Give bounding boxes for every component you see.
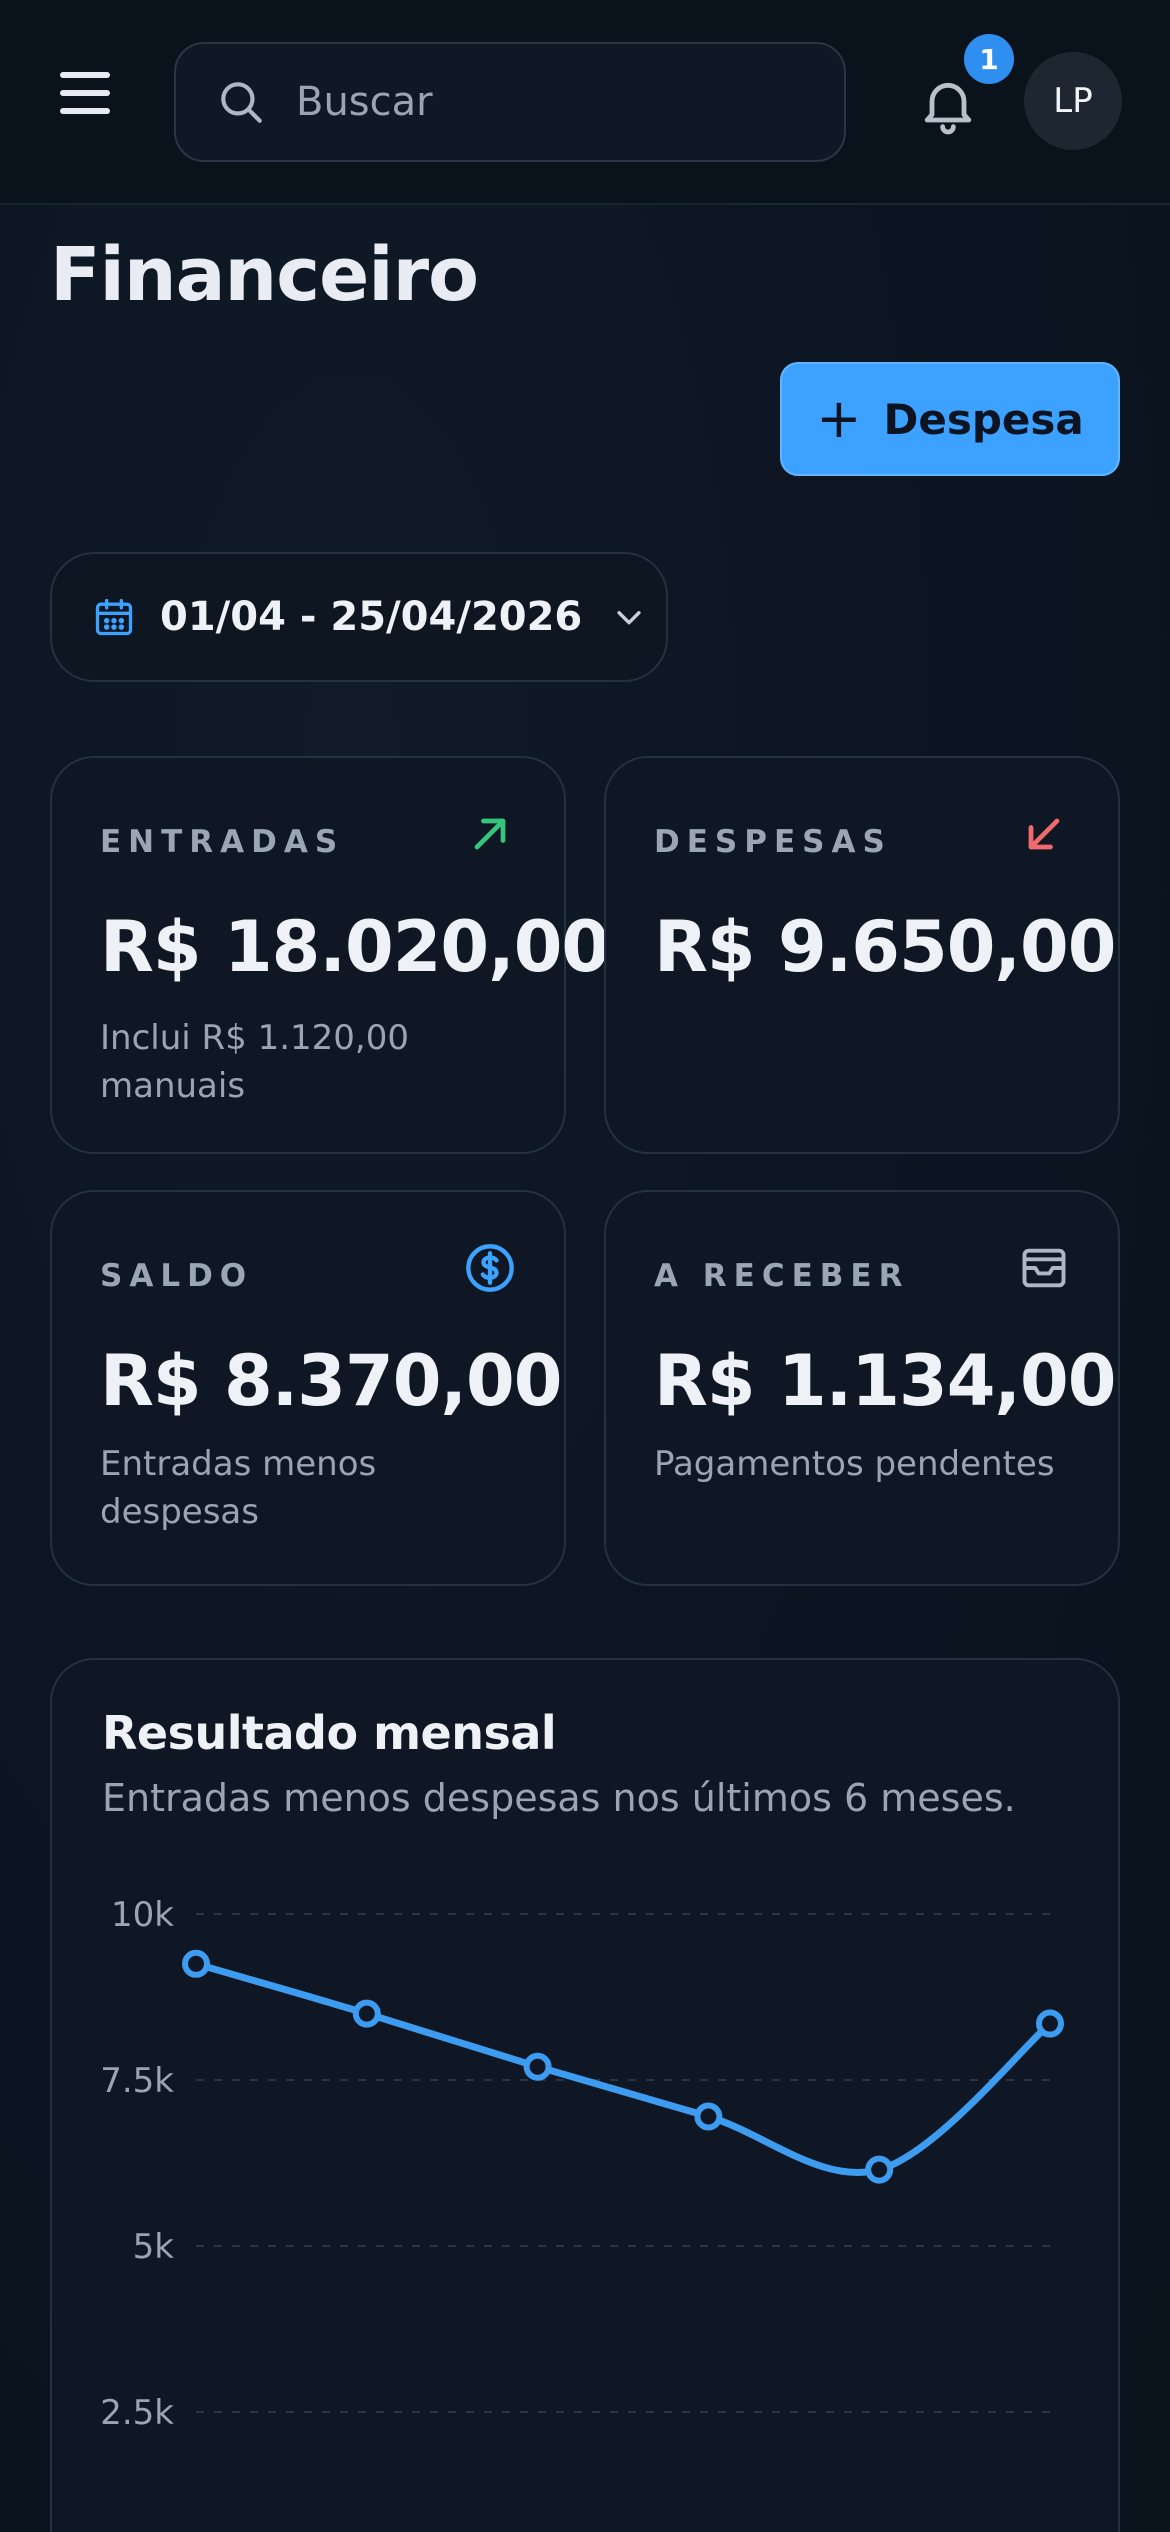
monthly-result-chart-card: Resultado mensal Entradas menos despesas…	[50, 1658, 1120, 2532]
top-bar: 1 LP	[0, 0, 1170, 205]
card-label: DESPESAS	[654, 824, 892, 860]
add-expense-button[interactable]: + Despesa	[780, 362, 1120, 476]
card-value: R$ 1.134,00	[654, 1340, 1116, 1422]
search-bar[interactable]	[174, 42, 846, 162]
y-tick-label: 5k	[133, 2227, 175, 2267]
card-a-receber: A RECEBER R$ 1.134,00 Pagamentos pendent…	[604, 1190, 1120, 1586]
dollar-circle-icon	[466, 1244, 514, 1292]
add-expense-label: Despesa	[883, 394, 1084, 444]
arrow-up-right-icon	[474, 818, 506, 850]
card-value: R$ 18.020,00	[100, 906, 610, 988]
series-line	[192, 1960, 1054, 2176]
hamburger-menu-icon[interactable]	[60, 72, 126, 132]
data-point[interactable]	[182, 1949, 210, 1978]
data-point[interactable]	[865, 2155, 894, 2184]
card-entradas: ENTRADAS R$ 18.020,00 Inclui R$ 1.120,00…	[50, 756, 610, 1154]
plus-icon: +	[816, 387, 862, 450]
date-range-picker[interactable]: 01/04 - 25/04/2026	[50, 552, 668, 682]
card-subtext: Inclui R$ 1.120,00 manuais	[100, 1018, 409, 1106]
card-value: R$ 8.370,00	[100, 1340, 562, 1422]
data-point[interactable]	[694, 2102, 723, 2131]
data-point[interactable]	[1036, 2009, 1064, 2038]
user-avatar[interactable]: LP	[1024, 52, 1122, 150]
line-chart: 10k 7.5k 5k 2.5k	[100, 1895, 1064, 2433]
financeiro-page: 1 LP Financeiro + Despesa 01/04 - 25/04/…	[0, 0, 1170, 2532]
data-point[interactable]	[352, 1999, 381, 2028]
arrow-down-left-icon	[1028, 818, 1060, 850]
y-tick-label: 7.5k	[100, 2061, 174, 2101]
card-value: R$ 9.650,00	[654, 906, 1116, 988]
card-saldo: SALDO R$ 8.370,00 Entradas menos despesa…	[50, 1190, 566, 1586]
y-tick-label: 2.5k	[100, 2393, 174, 2433]
card-despesas: DESPESAS R$ 9.650,00	[604, 756, 1120, 1154]
page-title: Financeiro	[50, 232, 479, 318]
calendar-icon	[95, 598, 133, 636]
chevron-down-icon	[617, 611, 641, 625]
y-tick-label: 10k	[111, 1895, 174, 1935]
card-label: SALDO	[100, 1258, 254, 1294]
card-subtext: Pagamentos pendentes	[654, 1444, 1055, 1484]
data-point[interactable]	[523, 2052, 552, 2081]
card-subtext: Entradas menos despesas	[100, 1444, 377, 1532]
notification-badge: 1	[964, 34, 1014, 84]
date-range-text: 01/04 - 25/04/2026	[160, 594, 583, 640]
card-label: ENTRADAS	[100, 824, 345, 860]
bell-icon[interactable]	[916, 72, 980, 136]
search-icon	[221, 82, 262, 123]
card-label: A RECEBER	[654, 1258, 910, 1294]
inbox-icon	[1022, 1248, 1066, 1288]
search-input[interactable]	[296, 79, 816, 125]
